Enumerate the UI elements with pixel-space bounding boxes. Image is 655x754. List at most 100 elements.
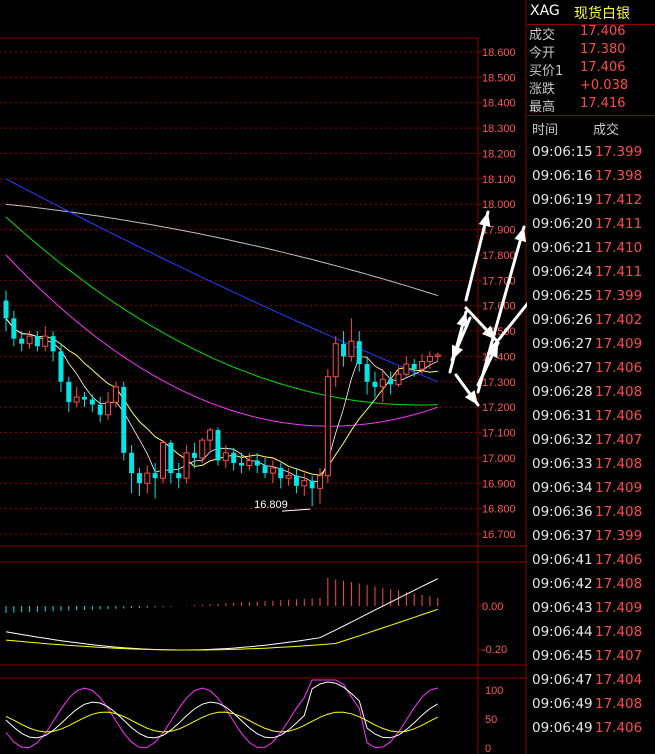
candle-body-up [207,429,214,441]
tick-row: 09:06:37 17.399 [527,525,655,549]
tick-price: 17.407 [595,432,643,448]
candle-body-down [364,364,370,382]
ticks-header-time: 时间 [532,123,559,138]
y-tick-label: 18.400 [482,98,516,110]
y-tick-label: 17.900 [482,225,516,237]
candle-body-down [66,381,72,403]
candle-body-up [301,480,308,487]
kdj-d-line [5,711,439,733]
candle-body-down [278,468,284,479]
tick-time: 09:06:49 [532,696,593,712]
tick-price: 17.411 [595,216,643,232]
tick-list[interactable]: 09:06:15 17.399 09:06:16 17.398 09:06:19 17.4… [527,141,655,754]
tick-price: 17.398 [595,168,643,184]
tick-time: 09:06:27 [532,360,593,376]
quote-panel: XAG 现货白银 成交 17.406 今开 17.380 买价1 17.406 涨跌 +0.0… [527,0,655,754]
tick-price: 17.410 [595,240,643,256]
candle-body-down [293,475,299,486]
tick-price: 17.409 [595,600,643,616]
tick-price: 17.399 [595,528,643,544]
tick-row: 09:06:41 17.406 [527,549,655,573]
candle-body-down [50,336,56,352]
kline-chart-area[interactable]: 18.600 18.500 18.400 18.300 18.200 18.100 18.0… [0,0,527,754]
tick-row: 09:06:42 17.408 [527,573,655,597]
candle-body-down [262,465,268,474]
candle-body-up [403,363,410,375]
quote-label: 成交 [529,28,556,43]
quote-label: 买价1 [529,64,564,79]
tick-price: 17.408 [595,504,643,520]
macd-tick-label: 0.00 [482,601,503,613]
tick-time: 09:06:16 [532,168,593,184]
candle-body-up [395,373,402,385]
tick-row: 09:06:26 17.402 [527,309,655,333]
tick-time: 09:06:26 [532,312,593,328]
tick-row: 09:06:32 17.407 [527,429,655,453]
tick-row: 09:06:28 17.408 [527,381,655,405]
candle-body-down [309,480,315,489]
candle-body-up [332,343,339,378]
candle-body-down [411,364,417,370]
tick-row: 09:06:33 17.408 [527,453,655,477]
tick-row: 09:06:19 17.412 [527,189,655,213]
tick-price: 17.406 [595,408,643,424]
y-tick-label: 18.200 [482,148,516,160]
tick-row: 09:06:49 17.408 [527,693,655,717]
ticks-header: 时间 成交 [527,116,655,140]
candle-body-down [215,429,221,461]
candle-body-up [246,459,253,467]
tick-price: 17.402 [595,312,643,328]
tick-row: 09:06:31 17.406 [527,405,655,429]
y-tick-label: 18.500 [482,72,516,84]
candle-body-down [254,460,260,466]
tick-time: 09:06:36 [532,504,593,520]
tick-price: 17.404 [595,672,643,688]
tick-time: 09:06:28 [532,384,593,400]
candle-body-down [176,473,182,479]
tick-time: 09:06:37 [532,528,593,544]
candle-body-up [434,354,441,357]
kdj-tick-label: 100 [485,685,503,697]
tick-time: 09:06:31 [532,408,593,424]
y-tick-label: 16.900 [482,478,516,490]
tick-row: 09:06:27 17.409 [527,333,655,357]
tick-price: 17.408 [595,576,643,592]
symbol-code: XAG [530,3,560,19]
quote-label: 最高 [529,100,556,115]
candle-body-down [19,338,25,344]
candle-body-up [42,335,49,347]
quote-row: 成交 17.406 [527,24,655,43]
y-tick-label: 17.800 [482,250,516,262]
quote-value: 17.406 [580,60,626,75]
candle-body-down [372,381,378,387]
quote-value: 17.406 [580,24,626,39]
candle-body-down [168,442,174,474]
candle-body-down [34,336,40,347]
candle-body-down [231,452,237,463]
tick-price: 17.408 [595,696,643,712]
tick-price: 17.408 [595,456,643,472]
candle-body-down [89,399,95,405]
candle-body-up [317,475,323,489]
y-tick-label: 18.000 [482,199,516,211]
quote-row: 买价1 17.406 [527,60,655,79]
quote-label: 涨跌 [529,82,556,97]
tick-price: 17.406 [595,360,643,376]
tick-price: 17.409 [595,480,643,496]
candle-body-up [285,475,292,479]
tick-time: 09:06:47 [532,672,593,688]
quote-label: 今开 [529,46,556,61]
candle-body-up [379,378,386,388]
tick-time: 09:06:34 [532,480,593,496]
kdj-tick-label: 0 [485,743,491,754]
tick-price: 17.409 [595,336,643,352]
tick-price: 17.411 [595,264,643,280]
candle-body-down [191,452,197,458]
tick-price: 17.399 [595,144,643,160]
annotation-arrowhead [514,227,527,243]
candle-body-up [160,442,166,479]
candle-body-up [183,452,190,479]
tick-time: 09:06:33 [532,456,593,472]
candle-body-up [199,439,206,459]
y-tick-label: 17.300 [482,377,516,389]
